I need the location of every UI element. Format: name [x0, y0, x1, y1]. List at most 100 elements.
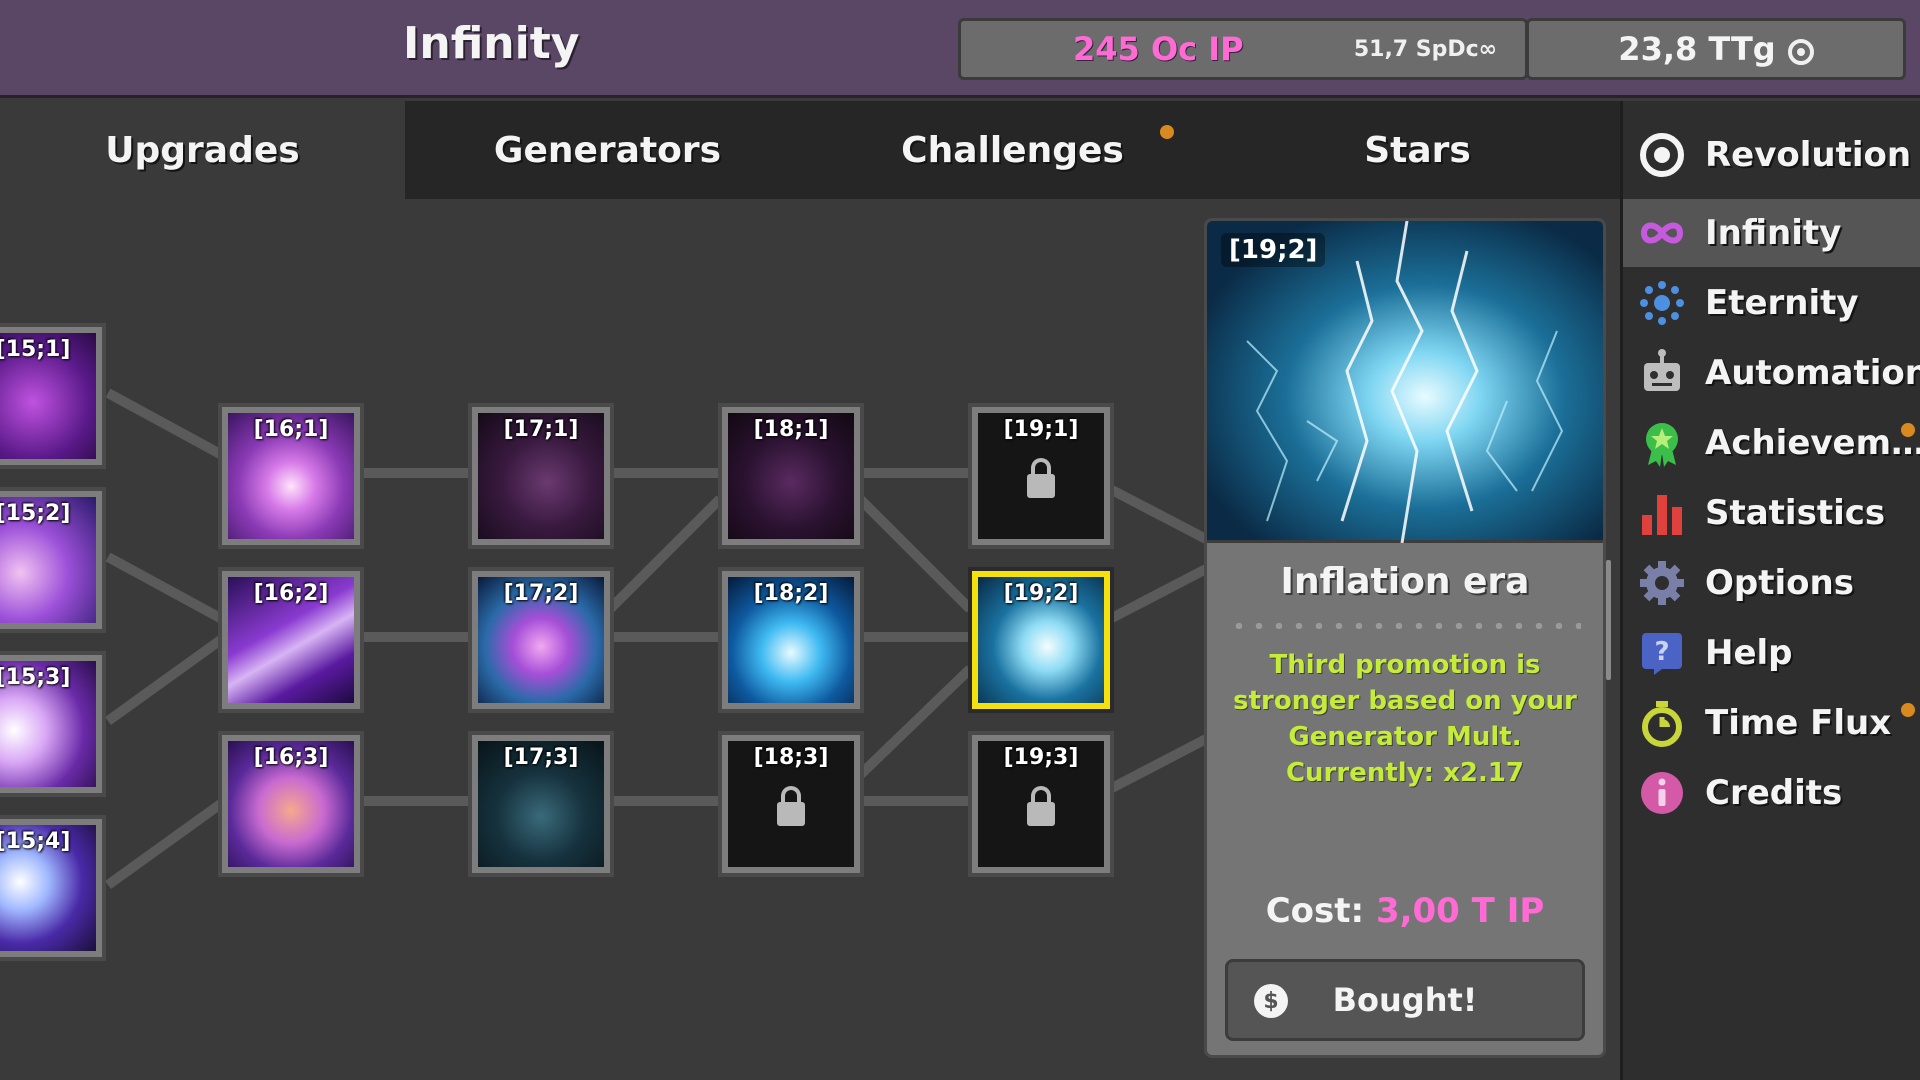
upgrade-label: [15;2] — [0, 501, 71, 526]
upgrade-art: [19;1] — [978, 413, 1104, 539]
nav-label: Revolution — [1705, 135, 1912, 175]
nav-label: Options — [1705, 563, 1854, 603]
tab-upgrades[interactable]: Upgrades — [0, 101, 405, 199]
upgrade-art: [17;1] — [478, 413, 604, 539]
scrollbar[interactable] — [1606, 560, 1611, 680]
upgrade-15-1[interactable]: [15;1] — [0, 323, 106, 469]
upgrade-art: [15;4] — [0, 825, 96, 951]
coin-icon: $ — [1254, 984, 1288, 1018]
lock-icon — [777, 786, 805, 827]
tab-label: Generators — [493, 129, 722, 171]
dotted-separator — [1229, 623, 1581, 629]
upgrade-15-3[interactable]: [15;3] — [0, 651, 106, 797]
upgrade-art: [18;2] — [728, 577, 854, 703]
top-bar: Infinity 245 Oc IP 51,7 SpDc∞ 23,8 TTg — [0, 0, 1920, 98]
lightning-art — [1246, 221, 1564, 543]
svg-text:?: ? — [1654, 637, 1669, 667]
upgrade-18-1[interactable]: [18;1] — [718, 403, 864, 549]
upgrade-16-1[interactable]: [16;1] — [218, 403, 364, 549]
nav-label: Achievem… — [1705, 423, 1920, 463]
upgrade-label: [17;1] — [503, 417, 579, 442]
upgrade-label: [18;2] — [753, 581, 829, 606]
bought-button-label: Bought! — [1332, 981, 1478, 1019]
upgrade-label: [15;3] — [0, 665, 71, 690]
nav-label: Statistics — [1705, 493, 1886, 533]
lock-icon — [1027, 786, 1055, 827]
tab-stars[interactable]: Stars — [1215, 101, 1620, 199]
nav-item-help[interactable]: ? Help — [1623, 619, 1920, 687]
upgrade-art: [17;2] — [478, 577, 604, 703]
target-icon — [1637, 130, 1687, 180]
cost-value: 3,00 T IP — [1375, 891, 1545, 931]
nav-item-statistics[interactable]: Statistics — [1623, 479, 1920, 547]
nav-item-automations[interactable]: Automations — [1623, 339, 1920, 407]
upgrade-18-2[interactable]: [18;2] — [718, 567, 864, 713]
lock-icon — [1027, 458, 1055, 499]
ip-resource-box: 245 Oc IP 51,7 SpDc∞ — [958, 18, 1528, 80]
upgrade-cost: Cost: 3,00 T IP — [1207, 891, 1603, 931]
upgrade-19-1[interactable]: [19;1] — [968, 403, 1114, 549]
upgrade-art: [19;3] — [978, 741, 1104, 867]
tab-generators[interactable]: Generators — [405, 101, 810, 199]
ip-rate: 51,7 SpDc∞ — [1353, 36, 1497, 62]
upgrade-label: [19;2] — [1003, 581, 1079, 606]
infinity-icon — [1637, 208, 1687, 258]
upgrade-art: [18;1] — [728, 413, 854, 539]
tab-challenges[interactable]: Challenges — [810, 101, 1215, 199]
nav-item-eternity[interactable]: Eternity — [1623, 269, 1920, 337]
upgrade-label: [17;2] — [503, 581, 579, 606]
award-icon — [1637, 418, 1687, 468]
upgrade-label: [16;2] — [253, 581, 329, 606]
upgrade-17-1[interactable]: [17;1] — [468, 403, 614, 549]
upgrade-label: [19;3] — [1003, 745, 1079, 770]
nav-label: Time Flux — [1705, 703, 1892, 743]
nav-item-time-flux[interactable]: Time Flux — [1623, 689, 1920, 757]
tab-label: Challenges — [901, 129, 1124, 171]
upgrade-detail-title: Inflation era — [1280, 561, 1530, 602]
nav-item-credits[interactable]: Credits — [1623, 759, 1920, 827]
upgrade-art: [19;2] — [978, 577, 1104, 703]
upgrade-19-2[interactable]: [19;2] — [968, 567, 1114, 713]
question-icon: ? — [1637, 628, 1687, 678]
eternity-icon — [1637, 278, 1687, 328]
upgrade-tree: [15;1] [15;2] [15;3] [15;4] [16;1] [16;2… — [0, 199, 1209, 1080]
tab-label: Stars — [1364, 129, 1471, 171]
info-icon — [1637, 768, 1687, 818]
notification-dot — [1901, 423, 1915, 437]
upgrade-17-3[interactable]: [17;3] — [468, 731, 614, 877]
upgrade-label: [16;1] — [253, 417, 329, 442]
ip-amount: 245 Oc IP — [1073, 30, 1244, 68]
nav-item-options[interactable]: Options — [1623, 549, 1920, 617]
upgrade-label: [19;1] — [1003, 417, 1079, 442]
upgrade-detail-panel: [19;2] Inflation era Third promotion is … — [1204, 218, 1606, 1058]
upgrade-art: [16;1] — [228, 413, 354, 539]
nav-item-revolution[interactable]: Revolution — [1623, 121, 1920, 189]
gear-icon — [1637, 558, 1687, 608]
upgrade-16-2[interactable]: [16;2] — [218, 567, 364, 713]
upgrade-15-2[interactable]: [15;2] — [0, 487, 106, 633]
upgrade-art: [16;3] — [228, 741, 354, 867]
target-icon — [1787, 39, 1814, 65]
upgrade-art: [15;2] — [0, 497, 96, 623]
bought-button[interactable]: $ Bought! — [1225, 959, 1585, 1041]
time-resource-box: 23,8 TTg — [1526, 18, 1906, 80]
upgrade-label: [18;3] — [753, 745, 829, 770]
upgrade-15-4[interactable]: [15;4] — [0, 815, 106, 961]
upgrade-19-3[interactable]: [19;3] — [968, 731, 1114, 877]
upgrade-label: [18;1] — [753, 417, 829, 442]
nav-item-achievements[interactable]: Achievem… — [1623, 409, 1920, 477]
notification-dot — [1160, 125, 1174, 139]
robot-icon — [1637, 348, 1687, 398]
upgrade-16-3[interactable]: [16;3] — [218, 731, 364, 877]
upgrade-18-3[interactable]: [18;3] — [718, 731, 864, 877]
nav-label: Help — [1705, 633, 1793, 673]
nav-label: Credits — [1705, 773, 1843, 813]
upgrade-label: [17;3] — [503, 745, 579, 770]
upgrade-art: [16;2] — [228, 577, 354, 703]
upgrade-17-2[interactable]: [17;2] — [468, 567, 614, 713]
time-amount: 23,8 TTg — [1618, 30, 1776, 68]
nav-item-infinity[interactable]: Infinity — [1623, 199, 1920, 267]
upgrade-art: [15;3] — [0, 661, 96, 787]
tab-bar: Upgrades Generators Challenges Stars — [0, 101, 1620, 199]
upgrade-label: [16;3] — [253, 745, 329, 770]
